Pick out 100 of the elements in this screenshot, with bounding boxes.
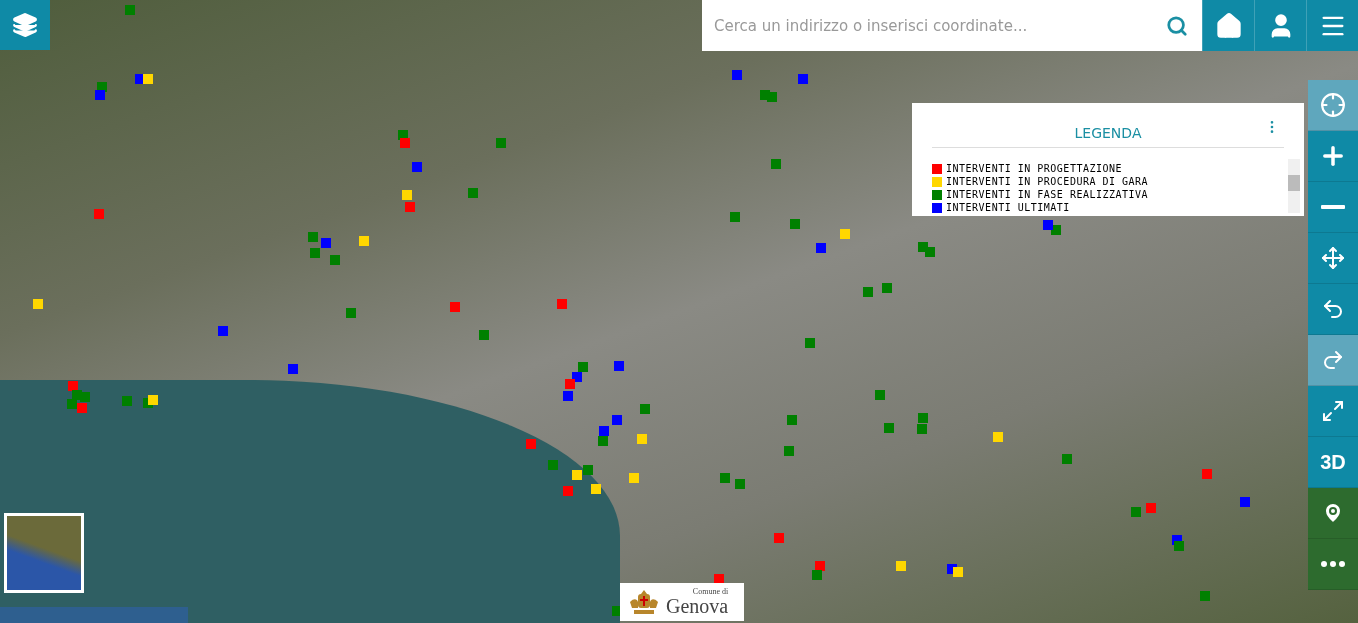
scrollbar[interactable] — [1288, 159, 1300, 213]
map-marker[interactable] — [790, 219, 800, 229]
map-marker[interactable] — [816, 243, 826, 253]
map-marker[interactable] — [143, 74, 153, 84]
map-marker[interactable] — [148, 395, 158, 405]
map-marker[interactable] — [730, 212, 740, 222]
map-marker[interactable] — [1202, 469, 1212, 479]
map-marker[interactable] — [953, 567, 963, 577]
map-marker[interactable] — [612, 415, 622, 425]
map-marker[interactable] — [563, 391, 573, 401]
map-marker[interactable] — [598, 436, 608, 446]
map-marker[interactable] — [405, 202, 415, 212]
map-marker[interactable] — [557, 299, 567, 309]
fullscreen-button[interactable] — [1308, 386, 1358, 437]
map-marker[interactable] — [321, 238, 331, 248]
minimap-thumbnail[interactable] — [4, 513, 84, 593]
map-marker[interactable] — [563, 486, 573, 496]
map-marker[interactable] — [714, 574, 724, 584]
more-button[interactable] — [1308, 539, 1358, 590]
map-marker[interactable] — [918, 413, 928, 423]
map-marker[interactable] — [548, 460, 558, 470]
map-marker[interactable] — [771, 159, 781, 169]
map-marker[interactable] — [122, 396, 132, 406]
map-marker[interactable] — [288, 364, 298, 374]
map-marker[interactable] — [1062, 454, 1072, 464]
satellite-map[interactable]: Cerca un indirizzo o inserisci coordinate... LEGENDA INTERVENTI IN PROGETTAZIONE INTERVENTI IN PROCEDURA DI GARA INTERVENTI IN FASE REALIZZATIVA INTERVENTI ULTIMATI 3D Comune di Genova — [0, 0, 1358, 623]
map-marker[interactable] — [33, 299, 43, 309]
map-marker[interactable] — [917, 424, 927, 434]
search-field[interactable]: Cerca un indirizzo o inserisci coordinate... — [702, 0, 1150, 51]
map-marker[interactable] — [591, 484, 601, 494]
map-marker[interactable] — [629, 473, 639, 483]
search-button[interactable] — [1150, 0, 1202, 51]
map-marker[interactable] — [67, 399, 77, 409]
map-marker[interactable] — [412, 162, 422, 172]
map-marker[interactable] — [468, 188, 478, 198]
map-marker[interactable] — [450, 302, 460, 312]
map-marker[interactable] — [310, 248, 320, 258]
map-marker[interactable] — [614, 361, 624, 371]
map-marker[interactable] — [359, 236, 369, 246]
map-marker[interactable] — [1043, 220, 1053, 230]
map-marker[interactable] — [95, 90, 105, 100]
map-marker[interactable] — [402, 190, 412, 200]
map-marker[interactable] — [720, 473, 730, 483]
map-marker[interactable] — [599, 426, 609, 436]
map-marker[interactable] — [308, 232, 318, 242]
home-button[interactable] — [1202, 0, 1254, 51]
map-marker[interactable] — [526, 439, 536, 449]
map-marker[interactable] — [1200, 591, 1210, 601]
map-marker[interactable] — [812, 570, 822, 580]
map-marker[interactable] — [732, 70, 742, 80]
map-marker[interactable] — [805, 338, 815, 348]
map-marker[interactable] — [640, 404, 650, 414]
back-button[interactable] — [1308, 284, 1358, 335]
map-marker[interactable] — [80, 392, 90, 402]
zoom-in-button[interactable] — [1308, 131, 1358, 182]
map-marker[interactable] — [125, 5, 135, 15]
map-marker[interactable] — [735, 479, 745, 489]
map-marker[interactable] — [925, 247, 935, 257]
map-marker[interactable] — [496, 138, 506, 148]
map-marker[interactable] — [896, 561, 906, 571]
pin-button[interactable] — [1308, 488, 1358, 539]
map-marker[interactable] — [346, 308, 356, 318]
map-marker[interactable] — [218, 326, 228, 336]
map-marker[interactable] — [1240, 497, 1250, 507]
map-marker[interactable] — [884, 423, 894, 433]
map-marker[interactable] — [94, 209, 104, 219]
map-marker[interactable] — [330, 255, 340, 265]
map-marker[interactable] — [572, 372, 582, 382]
map-marker[interactable] — [875, 390, 885, 400]
map-marker[interactable] — [840, 229, 850, 239]
map-marker[interactable] — [68, 381, 78, 391]
map-marker[interactable] — [77, 403, 87, 413]
map-marker[interactable] — [1131, 507, 1141, 517]
map-marker[interactable] — [784, 446, 794, 456]
3d-button[interactable]: 3D — [1308, 437, 1358, 488]
map-marker[interactable] — [400, 138, 410, 148]
layers-button[interactable] — [0, 0, 50, 50]
map-marker[interactable] — [637, 434, 647, 444]
map-marker[interactable] — [572, 470, 582, 480]
menu-button[interactable] — [1306, 0, 1358, 51]
locate-button[interactable] — [1308, 80, 1358, 131]
map-marker[interactable] — [993, 432, 1003, 442]
map-marker[interactable] — [774, 533, 784, 543]
map-marker[interactable] — [1146, 503, 1156, 513]
user-button[interactable] — [1254, 0, 1306, 51]
map-marker[interactable] — [1174, 541, 1184, 551]
map-marker[interactable] — [798, 74, 808, 84]
map-marker[interactable] — [565, 379, 575, 389]
extent-button[interactable] — [1308, 233, 1358, 284]
map-marker[interactable] — [882, 283, 892, 293]
map-marker[interactable] — [863, 287, 873, 297]
map-marker[interactable] — [787, 415, 797, 425]
forward-button[interactable] — [1308, 335, 1358, 386]
map-marker[interactable] — [767, 92, 777, 102]
zoom-out-button[interactable] — [1308, 182, 1358, 233]
map-marker[interactable] — [583, 465, 593, 475]
map-marker[interactable] — [479, 330, 489, 340]
map-marker[interactable] — [578, 362, 588, 372]
map-marker[interactable] — [815, 561, 825, 571]
map-marker[interactable] — [1051, 225, 1061, 235]
